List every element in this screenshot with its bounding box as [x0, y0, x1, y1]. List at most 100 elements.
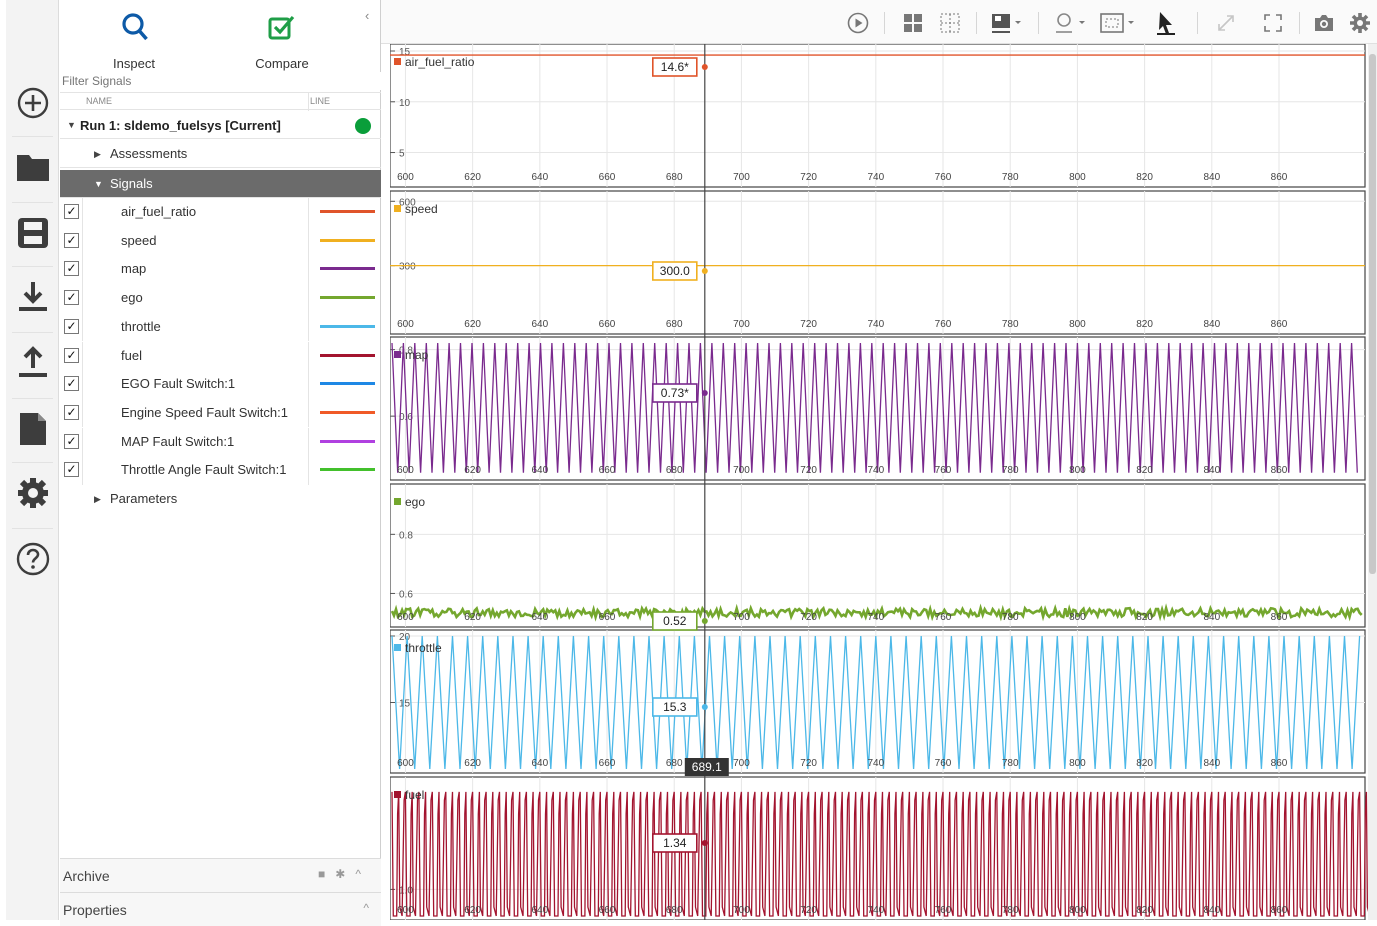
x-tick-label: 600: [397, 758, 414, 769]
x-tick-label: 860: [1271, 612, 1288, 623]
properties-section[interactable]: Properties ^: [60, 892, 381, 926]
signal-row-throttle[interactable]: ✓ throttle: [60, 312, 381, 342]
report-icon[interactable]: [6, 398, 59, 460]
signal-row-speed[interactable]: ✓ speed: [60, 226, 381, 256]
signal-checkbox[interactable]: ✓: [64, 433, 79, 449]
trash-icon[interactable]: ■: [318, 867, 335, 881]
open-folder-icon[interactable]: [6, 136, 59, 198]
save-icon[interactable]: [6, 202, 59, 264]
plot-frame: [390, 483, 1366, 628]
run-row[interactable]: ▼ Run 1: sldemo_fuelsys [Current]: [60, 111, 381, 139]
chevron-up-icon[interactable]: ^: [363, 901, 369, 915]
help-icon[interactable]: [6, 528, 59, 590]
x-tick-label: 660: [599, 172, 616, 183]
play-icon[interactable]: [845, 10, 871, 36]
plot-area[interactable]: 15 10 5 600 620 640 660 680 700 720 740 760 780 800 82…: [390, 44, 1368, 920]
expand-arrows-icon[interactable]: [1213, 10, 1239, 36]
line-style-swatch[interactable]: [320, 267, 375, 271]
signal-checkbox[interactable]: ✓: [64, 261, 79, 277]
scrollbar-thumb[interactable]: [1369, 54, 1376, 574]
x-tick-label: 720: [800, 465, 817, 476]
line-style-swatch[interactable]: [320, 324, 375, 328]
plot-settings-gear-icon[interactable]: [1347, 10, 1373, 36]
y-tick-label: 5: [399, 149, 405, 160]
group-parameters[interactable]: ▶ Parameters: [60, 485, 381, 513]
settings-gear-icon[interactable]: [6, 462, 59, 524]
import-icon[interactable]: [6, 266, 59, 328]
x-tick-label: 620: [464, 905, 481, 916]
name-column-header[interactable]: NAME: [86, 96, 112, 106]
x-tick-label: 620: [464, 758, 481, 769]
snapshot-camera-icon[interactable]: [1311, 10, 1337, 36]
expand-chevron-down-icon[interactable]: ▼: [94, 179, 103, 189]
line-style-swatch[interactable]: [320, 468, 375, 472]
signal-checkbox[interactable]: ✓: [64, 232, 79, 248]
signal-row-map-fault-switch-1[interactable]: ✓ MAP Fault Switch:1: [60, 427, 381, 457]
row-divider: [82, 312, 83, 342]
line-style-swatch[interactable]: [320, 382, 375, 386]
cursor-pointer-icon[interactable]: [1153, 10, 1179, 36]
plot-map[interactable]: 0.80.6600 620 640 660 680 700 720 740 760 780 800 8…: [390, 336, 1366, 481]
signal-row-ego-fault-switch-1[interactable]: ✓ EGO Fault Switch:1: [60, 370, 381, 399]
fullscreen-icon[interactable]: [1261, 10, 1285, 36]
legend-label: air_fuel_ratio: [405, 55, 475, 69]
x-tick-label: 640: [531, 172, 548, 183]
signal-checkbox[interactable]: ✓: [64, 290, 79, 306]
signal-plots[interactable]: 15 10 5 600 620 640 660 680 700 720 740 760 780 800 82…: [390, 44, 1368, 920]
signal-checkbox[interactable]: ✓: [64, 318, 79, 334]
gear-icon[interactable]: ✱: [335, 867, 355, 881]
line-style-swatch[interactable]: [320, 410, 375, 414]
expand-chevron-right-icon[interactable]: ▶: [94, 494, 101, 505]
signal-row-ego[interactable]: ✓ ego: [60, 284, 381, 313]
line-style-swatch[interactable]: [320, 210, 375, 213]
signal-row-engine-speed-fault-switch-1[interactable]: ✓ Engine Speed Fault Switch:1: [60, 398, 381, 428]
line-style-swatch[interactable]: [320, 439, 375, 443]
signal-row-map[interactable]: ✓ map: [60, 255, 381, 284]
filter-signals-input[interactable]: [60, 72, 381, 90]
line-style-swatch[interactable]: [320, 353, 375, 357]
x-tick-label: 840: [1203, 612, 1220, 623]
zoom-dropdown-icon[interactable]: [1053, 10, 1089, 36]
archive-section[interactable]: Archive ■✱^: [60, 858, 381, 892]
visualization-dropdown-icon[interactable]: [989, 10, 1025, 36]
signal-row-throttle-angle-fault-switch-1[interactable]: ✓ Throttle Angle Fault Switch:1: [60, 456, 381, 485]
x-tick-label: 820: [1136, 172, 1153, 183]
signal-browser-panel: Inspect Compare ‹ NAME LINE ▼ Run 1: sld…: [60, 0, 381, 926]
plot-ego[interactable]: 0.80.66006206406606807007207407607808008…: [390, 483, 1366, 628]
group-assessments[interactable]: ▶ Assessments: [60, 140, 381, 168]
collapse-panel-arrow-icon[interactable]: ‹: [365, 8, 369, 23]
line-column-header[interactable]: LINE: [310, 96, 330, 106]
signal-checkbox[interactable]: ✓: [64, 347, 79, 363]
export-icon[interactable]: [6, 332, 59, 394]
expand-chevron-down-icon[interactable]: ▼: [67, 120, 76, 130]
line-style-swatch[interactable]: [320, 238, 375, 242]
plot-air_fuel_ratio[interactable]: 15105600 620 640 660 680 700 720 740 760 780 800 82…: [390, 44, 1366, 188]
tool-strip: [6, 0, 59, 920]
new-session-icon[interactable]: [6, 72, 59, 134]
fit-to-view-dropdown-icon[interactable]: [1098, 10, 1138, 36]
chevron-up-icon[interactable]: ^: [355, 867, 371, 881]
x-tick-label: 860: [1271, 319, 1288, 330]
signal-row-fuel[interactable]: ✓ fuel: [60, 341, 381, 371]
tab-compare[interactable]: Compare: [222, 8, 342, 72]
x-tick-label: 840: [1203, 319, 1220, 330]
x-tick-label: 600: [397, 172, 414, 183]
signal-checkbox[interactable]: ✓: [64, 204, 79, 219]
subplot-layout-icon[interactable]: [938, 10, 962, 36]
layout-grid-icon[interactable]: [901, 10, 925, 36]
x-tick-label: 740: [867, 905, 884, 916]
tab-inspect[interactable]: Inspect: [74, 8, 194, 76]
signal-checkbox[interactable]: ✓: [64, 376, 79, 392]
plot-scrollbar[interactable]: [1368, 44, 1377, 920]
signal-row-air-fuel-ratio[interactable]: ✓ air_fuel_ratio: [60, 198, 381, 227]
plot-throttle[interactable]: 2015600 620 640 660 680 700 720 740 760 780 800 820…: [390, 629, 1366, 774]
signal-checkbox[interactable]: ✓: [64, 404, 79, 420]
x-tick-label: 680: [666, 319, 683, 330]
plot-fuel[interactable]: 1.0600 620 640 660 680 700 720 740 760 780 800 820 8…: [390, 776, 1368, 920]
line-style-swatch[interactable]: [320, 296, 375, 300]
plot-speed[interactable]: 600300600 620 640 660 680 700 720 740 760 780 800 8…: [390, 190, 1366, 335]
group-signals[interactable]: ▼ Signals: [60, 170, 381, 198]
signal-checkbox[interactable]: ✓: [64, 462, 79, 478]
expand-chevron-right-icon[interactable]: ▶: [94, 149, 101, 160]
x-tick-label: 680: [666, 465, 683, 476]
